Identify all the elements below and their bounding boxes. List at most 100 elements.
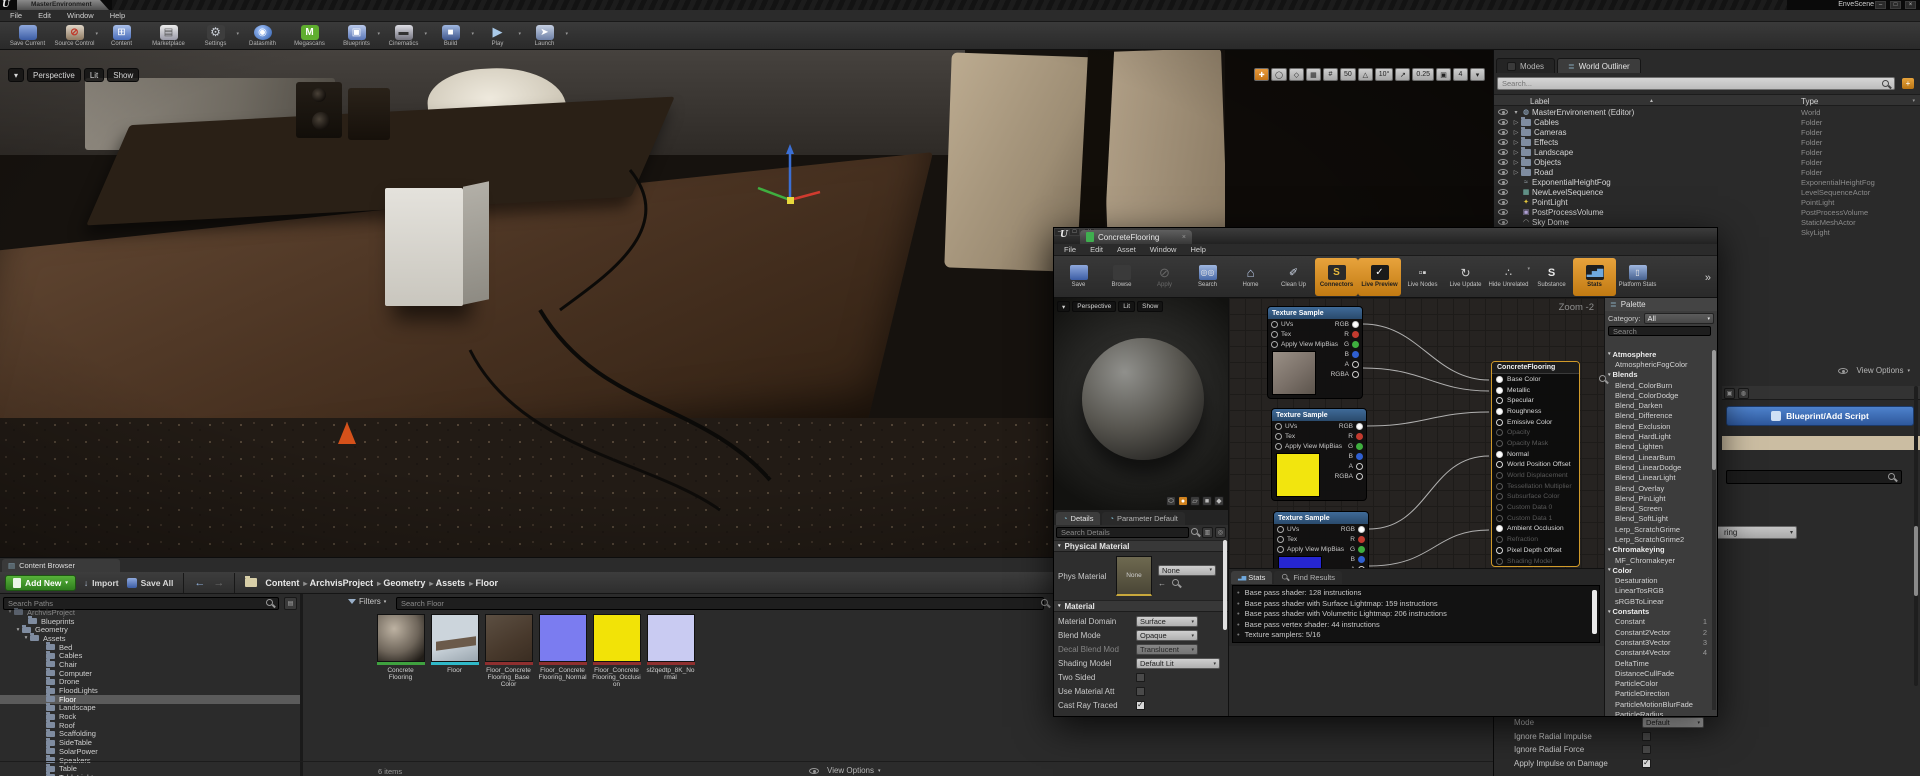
node-input-pin[interactable]: Apply View MipBias: [1272, 441, 1327, 451]
rotation-snap-icon[interactable]: △: [1358, 68, 1373, 81]
node-output-pin[interactable]: R: [1323, 329, 1362, 339]
visibility-eye-icon[interactable]: [1498, 169, 1508, 175]
outliner-row[interactable]: ▷ Cameras Folder: [1494, 127, 1920, 137]
node-input-pin[interactable]: Tex: [1272, 431, 1327, 441]
palette-item[interactable]: Desaturation: [1605, 576, 1713, 586]
snap-more-dropdown[interactable]: ▾: [1470, 68, 1485, 81]
tree-row[interactable]: ▾ Geometry: [0, 625, 300, 634]
tab-modes[interactable]: Modes: [1496, 58, 1555, 73]
outliner-row[interactable]: PostProcessVolume PostProcessVolume: [1494, 207, 1920, 217]
node-input-pin[interactable]: Tex: [1274, 534, 1329, 544]
detail-value[interactable]: Default▾✓: [1642, 717, 1704, 728]
node-output-pin[interactable]: G: [1329, 544, 1368, 554]
node-output-pin[interactable]: RGBA: [1327, 471, 1366, 481]
menu-item[interactable]: Asset: [1117, 245, 1136, 254]
node-input-pin[interactable]: UVs: [1272, 421, 1327, 431]
details-search-input[interactable]: [1056, 527, 1189, 538]
breadcrumb-item[interactable]: Assets: [429, 578, 465, 588]
column-view-icon[interactable]: ▥: [1202, 527, 1213, 538]
palette-item[interactable]: ParticleColor: [1605, 679, 1713, 689]
material-input-pin[interactable]: Emissive Color: [1492, 417, 1579, 428]
menu-item[interactable]: Window: [1150, 245, 1177, 254]
asset-tile[interactable]: Concrete Flooring: [376, 614, 425, 688]
outliner-row[interactable]: Sky Dome StaticMeshActor: [1494, 217, 1920, 227]
material-input-pin[interactable]: Roughness: [1492, 406, 1579, 417]
node-output-pin[interactable]: RGB: [1323, 319, 1362, 329]
phys-material-combo[interactable]: None▾: [1158, 565, 1216, 576]
cb-view-options[interactable]: View Options▾: [805, 766, 881, 775]
node-output-pin[interactable]: A: [1323, 359, 1362, 369]
node-header[interactable]: Texture Sample: [1272, 409, 1366, 421]
node-input-pin[interactable]: Apply View MipBias: [1274, 544, 1329, 554]
toolbar-button[interactable]: ➤ Launch ▾: [521, 23, 568, 49]
palette-item[interactable]: Blend_Screen: [1605, 503, 1713, 513]
tree-row[interactable]: SolarPower: [0, 747, 300, 756]
save-all-button[interactable]: Save All: [127, 578, 174, 588]
material-input-pin[interactable]: Custom Data 1: [1492, 513, 1579, 524]
material-toolbar-button[interactable]: S Substance: [1530, 258, 1573, 296]
material-editor-titlebar[interactable]: U ConcreteFlooring × – □ ×: [1054, 228, 1717, 244]
material-toolbar-button[interactable]: ∴ Hide Unrelated ▾: [1487, 258, 1530, 296]
tree-row[interactable]: Landscape: [0, 704, 300, 713]
palette-item[interactable]: ParticleRadius: [1605, 709, 1713, 716]
outliner-row[interactable]: PointLight PointLight: [1494, 197, 1920, 207]
detail-value[interactable]: Surface▾✓: [1136, 616, 1198, 627]
preview-perspective-button[interactable]: Perspective: [1072, 301, 1116, 312]
detail-value[interactable]: Opaque▾✓: [1136, 630, 1198, 641]
asset-tile[interactable]: Floor_Concrete Flooring_Occlusion: [592, 614, 641, 688]
expander-icon[interactable]: ▷: [1512, 169, 1520, 176]
node-output-pin[interactable]: RGBA: [1323, 369, 1362, 379]
palette-item[interactable]: Lerp_ScratchGrime: [1605, 524, 1713, 534]
palette-item[interactable]: Blend_Overlay: [1605, 483, 1713, 493]
outliner-row[interactable]: ▾ MasterEnvironement (Editor) World: [1494, 107, 1920, 117]
material-toolbar-button[interactable]: ◎◎ Search: [1186, 258, 1229, 296]
node-output-pin[interactable]: R: [1327, 431, 1366, 441]
tree-row[interactable]: FloodLights: [0, 686, 300, 695]
visibility-eye-icon[interactable]: [1498, 209, 1508, 215]
detail-value[interactable]: ▾✓: [1642, 732, 1651, 741]
add-new-button[interactable]: Add New▾: [5, 575, 76, 591]
menu-item[interactable]: Window: [67, 11, 94, 20]
palette-item[interactable]: LinearTosRGB: [1605, 586, 1713, 596]
detail-value[interactable]: Translucent▾✓: [1136, 644, 1198, 655]
tree-row[interactable]: ▾ ArchvisProject: [0, 608, 300, 617]
tree-row[interactable]: Bed: [0, 643, 300, 652]
material-toolbar-button[interactable]: Browse: [1100, 258, 1143, 296]
palette-item[interactable]: Blend_Exclusion: [1605, 421, 1713, 431]
toolbar-button[interactable]: ▬ Cinematics ▾: [380, 23, 427, 49]
back-button[interactable]: ←: [194, 577, 205, 589]
menu-item[interactable]: File: [1064, 245, 1076, 254]
toolbar-button[interactable]: ◉ Datasmith: [239, 23, 286, 49]
expander-icon[interactable]: ▷: [1512, 129, 1520, 136]
toolbar-button[interactable]: ▤ Marketplace: [145, 23, 192, 49]
material-toolbar-button[interactable]: ▂▅▇ Stats: [1573, 258, 1616, 296]
minimize-button[interactable]: –: [1875, 1, 1886, 9]
node-input-pin[interactable]: UVs: [1268, 319, 1323, 329]
material-input-pin[interactable]: Custom Data 0: [1492, 502, 1579, 513]
palette-item[interactable]: Blend_SoftLight: [1605, 514, 1713, 524]
import-button[interactable]: ↓Import: [84, 578, 119, 588]
details-scrollbar[interactable]: [1223, 540, 1227, 630]
tab-world-outliner[interactable]: ≣World Outliner: [1557, 58, 1641, 73]
right-panel-scrollbar[interactable]: [1914, 386, 1918, 686]
grid-snap-icon[interactable]: #: [1323, 68, 1338, 81]
palette-item[interactable]: Constant1: [1605, 617, 1713, 627]
material-input-pin[interactable]: Ambient Occlusion: [1492, 524, 1579, 535]
lit-mode-button[interactable]: Lit: [84, 68, 104, 82]
material-toolbar-button[interactable]: ✓ Live Preview: [1358, 258, 1401, 296]
splitter[interactable]: [300, 594, 303, 776]
palette-item[interactable]: Blend_PinLight: [1605, 493, 1713, 503]
details-search-box[interactable]: [1726, 470, 1902, 484]
material-toolbar-button[interactable]: ▫▪ Live Nodes: [1401, 258, 1444, 296]
blueprint-add-script-button[interactable]: Blueprint/Add Script: [1726, 406, 1914, 426]
material-input-pin[interactable]: Refraction: [1492, 534, 1579, 545]
detail-value[interactable]: ▾✓: [1136, 701, 1145, 710]
palette-item[interactable]: sRGBToLinear: [1605, 596, 1713, 606]
palette-header[interactable]: ≣Palette: [1605, 298, 1717, 311]
visibility-eye-icon[interactable]: [1498, 189, 1508, 195]
visibility-eye-icon[interactable]: [1498, 219, 1508, 225]
palette-item[interactable]: Blend_Lighten: [1605, 442, 1713, 452]
tree-row[interactable]: Drone: [0, 678, 300, 687]
outliner-row[interactable]: ▷ Cables Folder: [1494, 117, 1920, 127]
palette-item[interactable]: Blend_Difference: [1605, 411, 1713, 421]
